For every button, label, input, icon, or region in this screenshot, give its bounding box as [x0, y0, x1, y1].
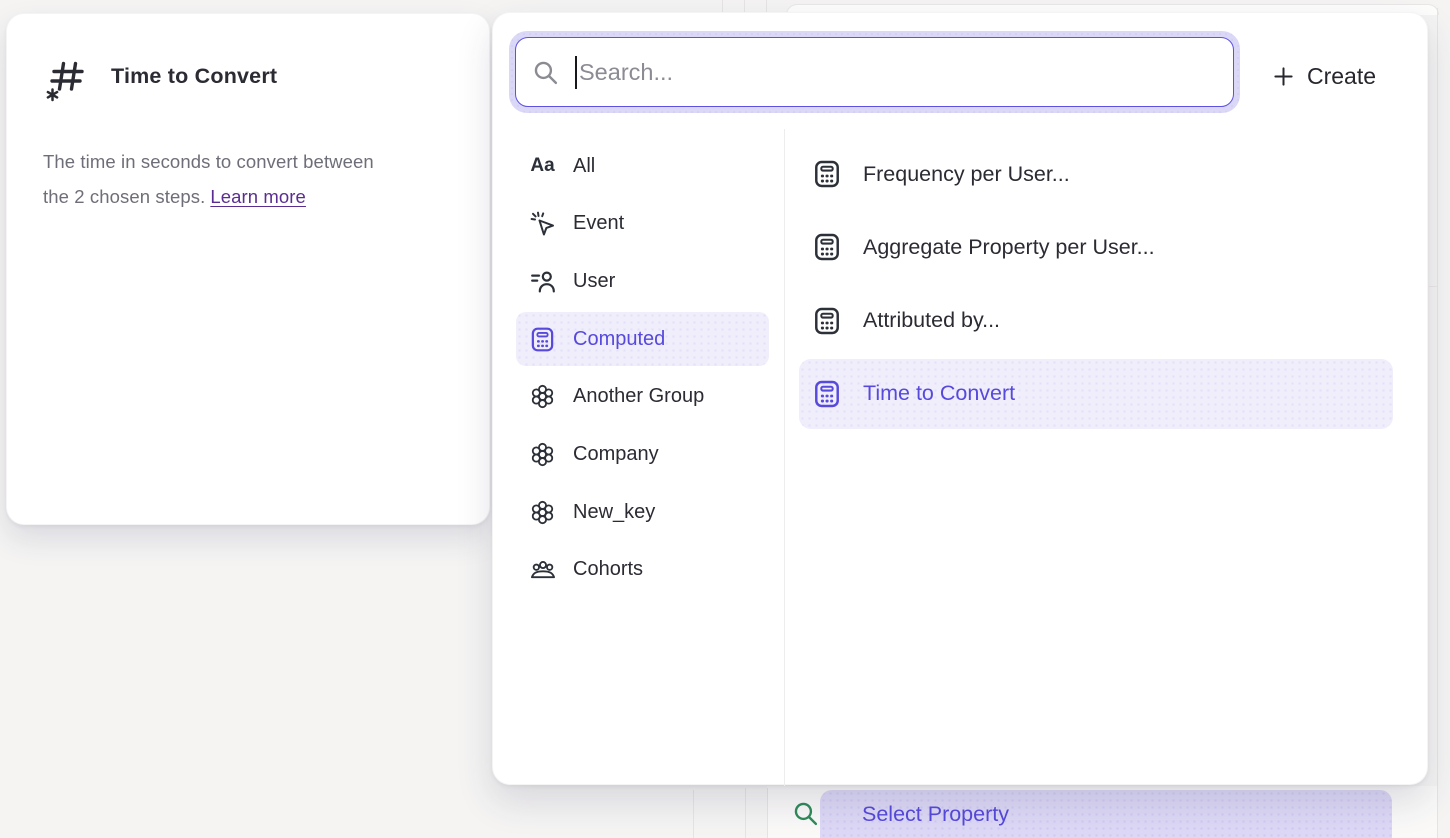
sidebar-item-label: Company: [573, 443, 659, 466]
sidebar-item-label: Cohorts: [573, 558, 643, 581]
text-caret: [575, 56, 577, 89]
category-list: Aa All Event: [516, 139, 769, 601]
sidebar-item-all[interactable]: Aa All: [516, 139, 769, 193]
result-item-attributed-by[interactable]: Attributed by...: [799, 286, 1393, 356]
tooltip-title: Time to Convert: [111, 64, 277, 89]
calculator-icon: [812, 159, 842, 189]
group-icon: [529, 441, 556, 468]
search-icon-green: [792, 800, 819, 827]
create-button[interactable]: Create: [1265, 53, 1384, 99]
sidebar-item-another-group[interactable]: Another Group: [516, 370, 769, 424]
create-label: Create: [1307, 63, 1376, 90]
cursor-click-icon: [529, 210, 556, 237]
calculator-icon: [529, 326, 556, 353]
sidebar-item-cohorts[interactable]: Cohorts: [516, 543, 769, 597]
background-card-edge: [1429, 286, 1437, 287]
sidebar-item-label: All: [573, 155, 595, 178]
sidebar-item-new-key[interactable]: New_key: [516, 485, 769, 539]
user-icon: [529, 268, 556, 295]
background-card-edge: [693, 790, 694, 838]
property-picker-popup: Create Aa All Event: [492, 12, 1428, 785]
result-item-aggregate-property-per-user[interactable]: Aggregate Property per User...: [799, 212, 1393, 282]
plus-icon: [1273, 66, 1294, 87]
result-item-frequency-per-user[interactable]: Frequency per User...: [799, 139, 1393, 209]
background-card-edge: [745, 788, 746, 838]
sidebar-item-company[interactable]: Company: [516, 427, 769, 481]
calculator-icon: [812, 232, 842, 262]
sidebar-item-label: New_key: [573, 501, 655, 524]
result-item-label: Aggregate Property per User...: [863, 235, 1155, 260]
select-property-label: Select Property: [862, 802, 1009, 827]
hash-star-icon: [43, 54, 89, 102]
background-card-edge: [1437, 8, 1438, 838]
sidebar-item-label: Event: [573, 212, 624, 235]
search-icon: [532, 59, 559, 86]
cohorts-icon: [529, 556, 556, 583]
tooltip-description: The time in seconds to convert between t…: [43, 144, 453, 214]
tooltip-card: Time to Convert The time in seconds to c…: [6, 13, 490, 525]
result-item-label: Frequency per User...: [863, 162, 1070, 187]
sidebar-item-label: Computed: [573, 328, 665, 351]
description-line1: The time in seconds to convert between: [43, 151, 374, 172]
sidebar-item-event[interactable]: Event: [516, 197, 769, 251]
select-property-chip[interactable]: Select Property: [820, 790, 1392, 838]
result-item-label: Time to Convert: [863, 381, 1015, 406]
results-list: Frequency per User... Aggregate Property…: [799, 139, 1393, 432]
result-item-time-to-convert[interactable]: Time to Convert: [799, 359, 1393, 429]
sidebar-item-computed[interactable]: Computed: [516, 312, 769, 366]
search-input[interactable]: [579, 59, 1217, 86]
sidebar-item-label: Another Group: [573, 385, 704, 408]
calculator-icon: [812, 306, 842, 336]
result-item-label: Attributed by...: [863, 308, 1000, 333]
group-icon: [529, 499, 556, 526]
search-box[interactable]: [515, 37, 1234, 107]
description-line2: the 2 chosen steps.: [43, 186, 205, 207]
group-icon: [529, 383, 556, 410]
sidebar-item-label: User: [573, 270, 615, 293]
background-card-edge: [767, 788, 768, 838]
text-format-icon: Aa: [529, 153, 556, 180]
search-focus-ring: [509, 31, 1240, 113]
category-results-divider: [784, 129, 785, 786]
sidebar-item-user[interactable]: User: [516, 254, 769, 308]
learn-more-link[interactable]: Learn more: [210, 186, 306, 207]
calculator-icon: [812, 379, 842, 409]
